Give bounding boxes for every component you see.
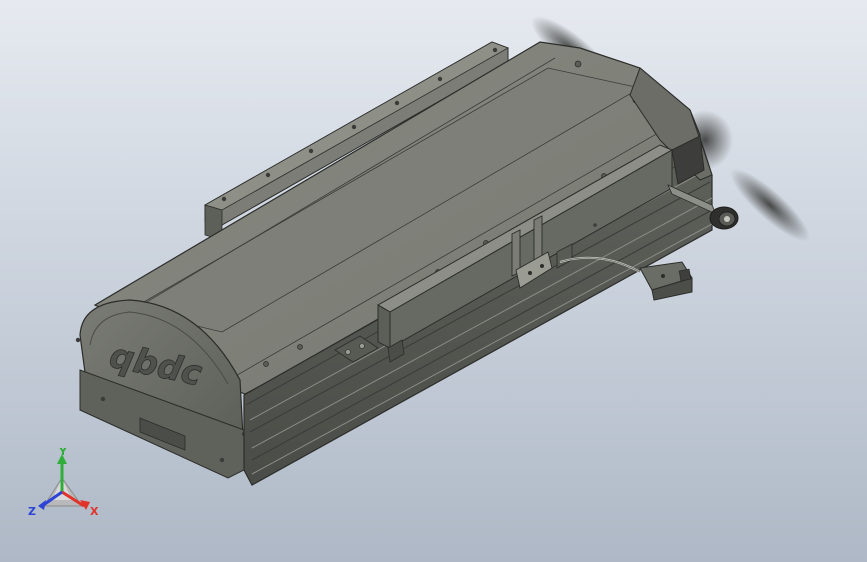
linear-actuator-model[interactable]: qbdc: [0, 0, 867, 562]
graphics-viewport[interactable]: qbdc Y X Z: [0, 0, 867, 562]
sensor-connector[interactable]: [639, 261, 693, 301]
x-axis-label: X: [90, 505, 99, 518]
z-axis-label: Z: [28, 505, 36, 518]
z-axis-arrow-icon: [38, 500, 46, 510]
y-axis-label: Y: [58, 448, 68, 458]
view-orientation-triad[interactable]: Y X Z: [26, 448, 106, 528]
